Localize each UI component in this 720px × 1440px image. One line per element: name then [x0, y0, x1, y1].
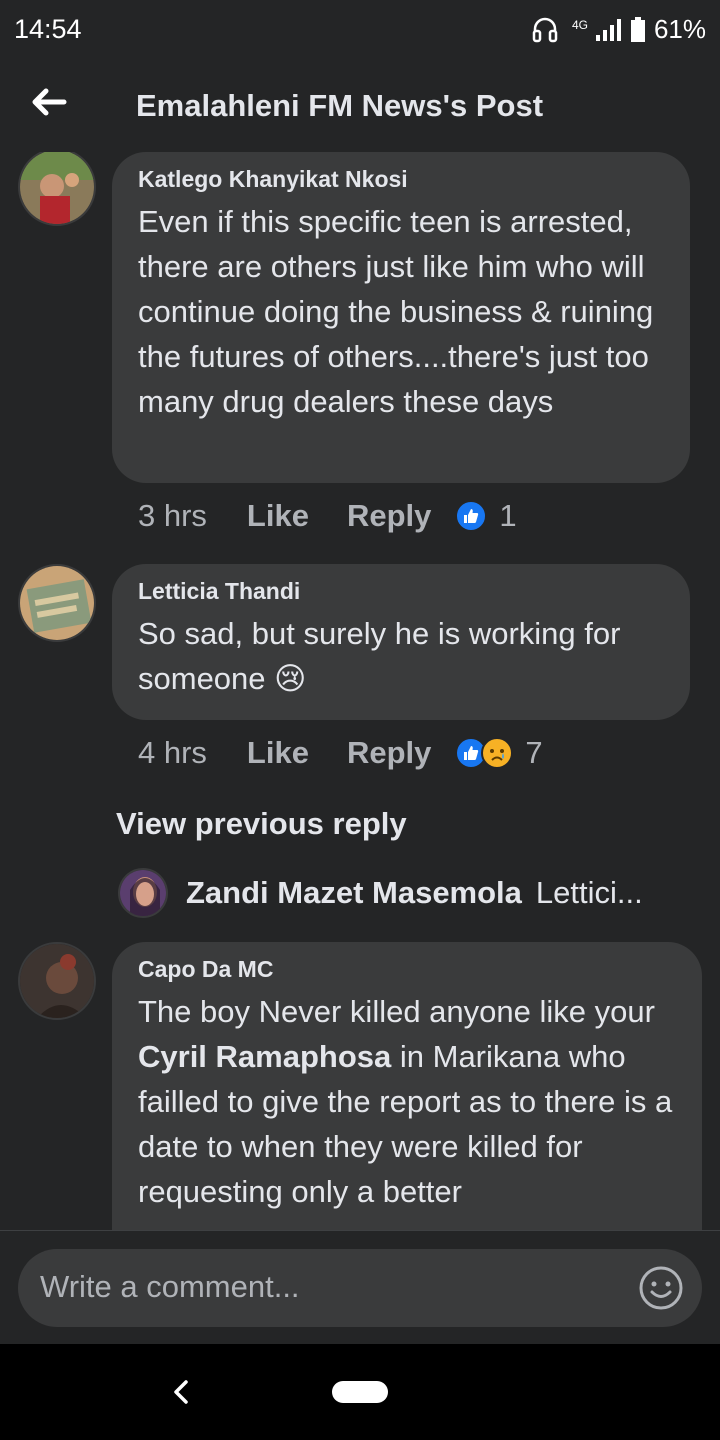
network-type-label: 4G	[571, 17, 588, 32]
reactions[interactable]	[455, 737, 514, 769]
comment-author[interactable]: Letticia Thandi	[138, 578, 664, 605]
avatar[interactable]	[18, 564, 96, 642]
reply-preview[interactable]: Zandi Mazet Masemola Lettici...	[118, 868, 643, 918]
status-bar: 14:54 4G 61%	[0, 0, 720, 62]
profile-photo	[20, 566, 94, 640]
comment-meta: 4 hrs Like Reply 7	[138, 735, 543, 771]
status-icons: 4G 61%	[532, 14, 706, 45]
comment-bubble[interactable]: Letticia Thandi So sad, but surely he is…	[112, 564, 690, 720]
comment-author[interactable]: Capo Da MC	[138, 956, 676, 983]
nav-home-pill[interactable]	[332, 1381, 388, 1403]
avatar[interactable]	[18, 942, 96, 1020]
comment-meta: 3 hrs Like Reply 1	[138, 498, 517, 534]
comment-time[interactable]: 4 hrs	[138, 735, 207, 771]
back-arrow-icon[interactable]	[28, 82, 68, 122]
reaction-count[interactable]: 7	[525, 735, 542, 771]
profile-photo	[120, 870, 166, 916]
headphones-icon	[532, 17, 558, 42]
profile-photo	[20, 944, 94, 1018]
view-previous-reply-link[interactable]: View previous reply	[116, 806, 407, 842]
comment-bubble[interactable]: Katlego Khanyikat Nkosi Even if this spe…	[112, 152, 690, 483]
page-title: Emalahleni FM News's Post	[136, 88, 544, 123]
status-time: 14:54	[14, 14, 82, 44]
like-button[interactable]: Like	[247, 735, 309, 771]
reaction-count[interactable]: 1	[499, 498, 516, 534]
comment-text: Even if this specific teen is arrested, …	[138, 204, 654, 419]
battery-percent: 61%	[653, 14, 706, 44]
nav-back-icon[interactable]	[168, 1374, 192, 1410]
comment-input[interactable]: Write a comment...	[18, 1249, 702, 1327]
reply-button[interactable]: Reply	[347, 498, 431, 534]
reply-snippet: Lettici...	[535, 875, 643, 910]
comment-text: So sad, but surely he is working for som…	[138, 616, 621, 696]
like-reaction-icon	[455, 500, 488, 532]
avatar[interactable]	[118, 868, 168, 918]
profile-photo	[20, 152, 94, 224]
signal-icon	[595, 18, 621, 41]
system-nav-bar	[0, 1344, 720, 1440]
comment-placeholder: Write a comment...	[40, 1269, 300, 1304]
comment-composer: Write a comment...	[0, 1230, 720, 1344]
comment-time[interactable]: 3 hrs	[138, 498, 207, 534]
emoji-icon[interactable]	[638, 1265, 684, 1311]
reply-author[interactable]: Zandi Mazet Masemola	[186, 875, 522, 911]
reactions[interactable]	[455, 500, 488, 532]
avatar[interactable]	[18, 152, 96, 226]
comment-author[interactable]: Katlego Khanyikat Nkosi	[138, 166, 664, 193]
comment-text-part: The boy Never killed anyone like your	[138, 994, 655, 1029]
app-header: Emalahleni FM News's Post	[0, 62, 720, 152]
comments-list[interactable]: Katlego Khanyikat Nkosi Even if this spe…	[0, 152, 720, 1230]
reply-button[interactable]: Reply	[347, 735, 431, 771]
comment-text: The boy Never killed anyone like your Cy…	[138, 989, 676, 1214]
mention-link[interactable]: Cyril Ramaphosa	[138, 1039, 391, 1074]
sad-reaction-icon	[481, 737, 514, 769]
comment-bubble[interactable]: Capo Da MC The boy Never killed anyone l…	[112, 942, 702, 1230]
like-button[interactable]: Like	[247, 498, 309, 534]
battery-icon	[630, 16, 645, 42]
